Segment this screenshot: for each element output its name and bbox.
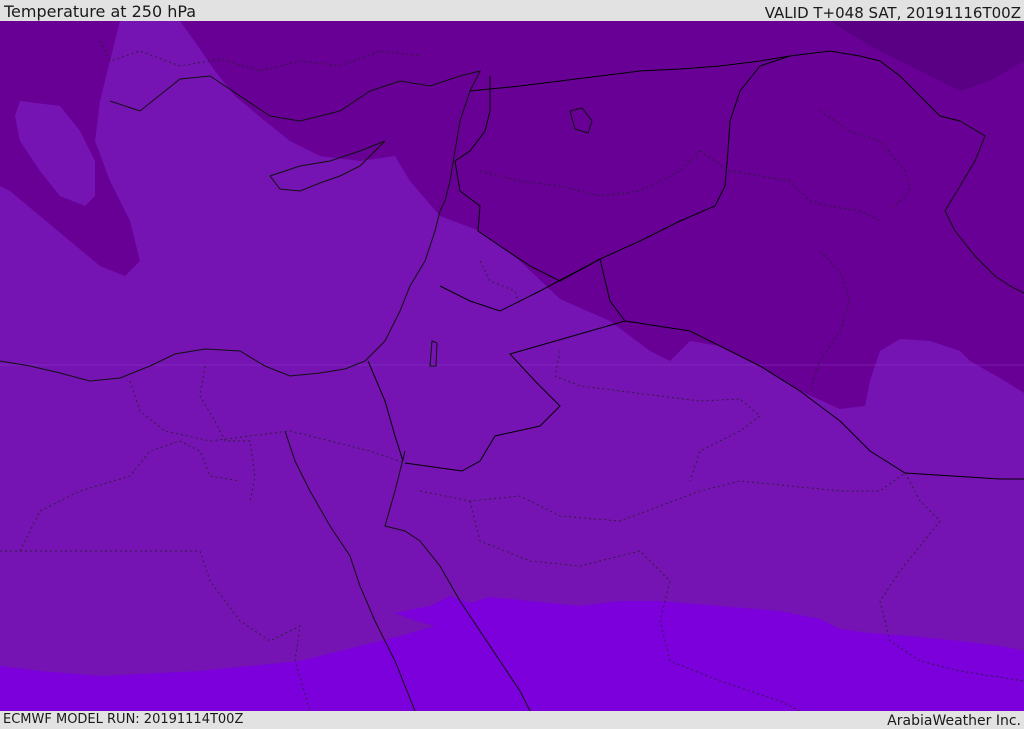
valid-time-label: VALID T+048 SAT, 20191116T00Z — [764, 4, 1021, 22]
map-title: Temperature at 250 hPa — [4, 2, 197, 21]
credit-label: ArabiaWeather Inc. — [887, 713, 1021, 729]
map-header: Temperature at 250 hPa VALID T+048 SAT, … — [0, 0, 1024, 21]
model-run-label: ECMWF MODEL RUN: 20191114T00Z — [3, 712, 244, 727]
map-footer: ECMWF MODEL RUN: 20191114T00Z ArabiaWeat… — [0, 711, 1024, 729]
map-canvas — [0, 21, 1024, 711]
temperature-map — [0, 21, 1024, 711]
